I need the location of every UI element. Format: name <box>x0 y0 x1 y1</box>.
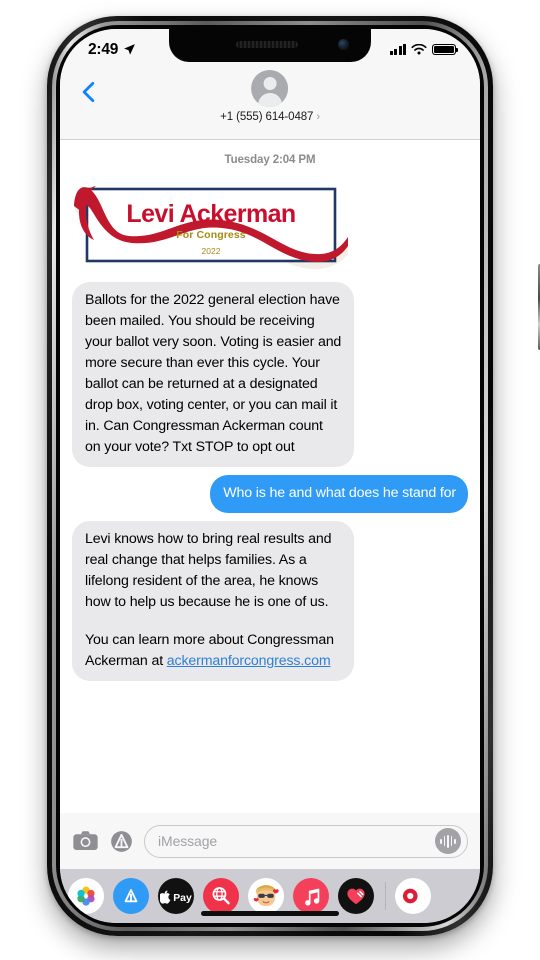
home-indicator[interactable] <box>201 911 339 916</box>
message-bubble-incoming[interactable]: Ballots for the 2022 general election ha… <box>65 282 354 468</box>
message-list: Tuesday 2:04 PM Levi Ackerman For Congre… <box>60 140 480 813</box>
memoji-face-icon <box>253 885 279 907</box>
app-store-icon <box>111 830 132 852</box>
digital-touch-app-button[interactable] <box>338 878 374 914</box>
camera-icon <box>73 830 98 850</box>
app-drawer-divider <box>385 882 387 910</box>
camera-button[interactable] <box>72 828 99 855</box>
phone-screen: 2:49 +1 (555) 614-0487 › Tuesday 2:04 PM… <box>60 29 480 923</box>
attachment-row: Levi Ackerman For Congress 2022 <box>72 180 468 272</box>
phone-device-frame: 2:49 +1 (555) 614-0487 › Tuesday 2:04 PM… <box>47 16 540 936</box>
banner-office: For Congress <box>176 229 246 241</box>
app-store-button[interactable] <box>108 828 135 855</box>
more-apps-button[interactable] <box>395 878 432 914</box>
campaign-banner-image[interactable]: Levi Ackerman For Congress 2022 <box>72 180 350 272</box>
imessage-input-field[interactable]: iMessage <box>144 824 468 858</box>
magnifier-globe-icon <box>212 887 230 905</box>
apple-pay-icon: Pay <box>160 890 192 904</box>
contact-avatar-icon <box>251 70 289 107</box>
screenshot-stage: 2:49 +1 (555) 614-0487 › Tuesday 2:04 PM… <box>0 0 540 960</box>
campaign-website-link[interactable]: ackermanforcongress.com <box>167 653 331 669</box>
heart-icon <box>347 888 365 905</box>
audio-message-button[interactable] <box>435 828 461 854</box>
status-bar-right <box>389 43 459 56</box>
memoji-app-button[interactable] <box>248 878 284 914</box>
photos-app-button[interactable] <box>68 878 104 914</box>
message-paragraph: Levi knows how to bring real results and… <box>85 531 332 611</box>
app-store-icon <box>124 889 138 903</box>
apple-pay-app-button[interactable]: Pay <box>158 878 194 914</box>
music-note-icon <box>304 888 319 906</box>
earpiece-speaker-icon <box>235 41 298 48</box>
location-arrow-icon <box>124 44 136 55</box>
svg-text:Pay: Pay <box>173 893 192 904</box>
conversation-header: +1 (555) 614-0487 › <box>60 67 480 140</box>
front-camera-icon <box>338 39 349 50</box>
banner-year: 2022 <box>202 246 221 256</box>
message-paragraph: You can learn more about Congressman Ack… <box>85 630 342 672</box>
imessage-placeholder: iMessage <box>158 833 218 849</box>
wifi-icon <box>411 43 427 55</box>
message-row: Ballots for the 2022 general election ha… <box>65 282 468 468</box>
message-row: Who is he and what does he stand for <box>72 475 475 514</box>
conversation-timestamp: Tuesday 2:04 PM <box>224 154 316 166</box>
back-button[interactable] <box>76 79 102 105</box>
app-store-app-button[interactable] <box>113 878 149 914</box>
device-notch <box>169 29 371 62</box>
status-bar-left: 2:49 <box>88 41 136 59</box>
contact-number-text: +1 (555) 614-0487 <box>220 111 314 123</box>
photos-icon <box>77 886 95 906</box>
message-bubble-incoming[interactable]: Levi knows how to bring real results and… <box>65 521 354 682</box>
banner-candidate-name: Levi Ackerman <box>126 200 295 228</box>
message-bubble-outgoing[interactable]: Who is he and what does he stand for <box>210 475 475 514</box>
contact-info[interactable]: +1 (555) 614-0487 › <box>220 70 320 123</box>
contact-chevron-icon: › <box>316 111 320 123</box>
music-app-button[interactable] <box>293 878 329 914</box>
partial-app-icon <box>403 888 418 904</box>
status-bar-time: 2:49 <box>88 40 119 58</box>
contact-phone-number[interactable]: +1 (555) 614-0487 › <box>220 111 320 123</box>
message-row: Levi knows how to bring real results and… <box>65 521 468 682</box>
message-input-bar: iMessage <box>60 813 480 869</box>
images-search-app-button[interactable] <box>203 878 239 914</box>
audio-waveform-icon <box>440 834 456 848</box>
cellular-signal-icon <box>389 44 406 55</box>
battery-icon <box>432 43 459 56</box>
